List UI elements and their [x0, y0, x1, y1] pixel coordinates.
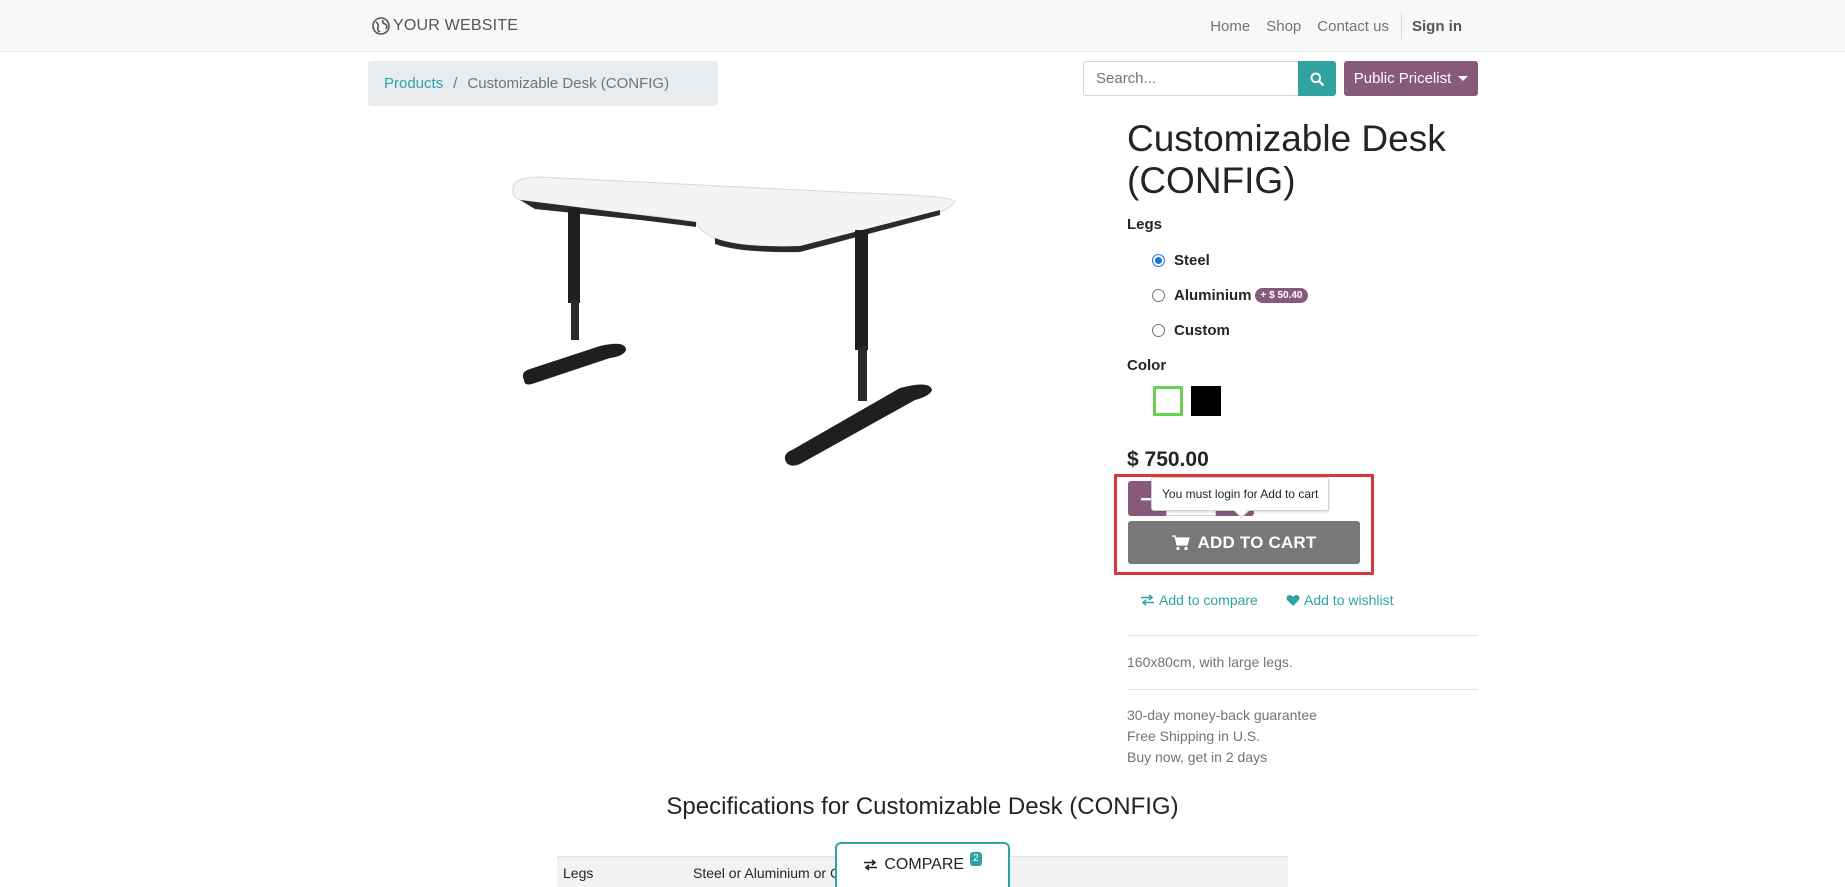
guarantee-list: 30-day money-back guarantee Free Shippin…	[1127, 705, 1317, 768]
guarantee-item: Buy now, get in 2 days	[1127, 749, 1268, 765]
add-to-wishlist-label: Add to wishlist	[1304, 592, 1394, 608]
heart-icon	[1286, 594, 1300, 606]
add-to-compare-label: Add to compare	[1159, 592, 1258, 608]
highlight-annotation-box	[1114, 474, 1374, 575]
product-title: Customizable Desk (CONFIG)	[1127, 118, 1446, 201]
compare-bar-button[interactable]: COMPARE 2	[835, 842, 1010, 887]
site-logo[interactable]: YOUR WEBSITE	[371, 16, 518, 36]
color-swatch-black[interactable]	[1191, 386, 1221, 416]
radio-aluminium[interactable]	[1152, 289, 1165, 302]
radio-steel[interactable]	[1152, 254, 1165, 267]
search-input[interactable]	[1083, 61, 1298, 96]
compare-count-badge: 2	[970, 852, 982, 866]
breadcrumb-products-link[interactable]: Products	[384, 75, 443, 92]
radio-custom[interactable]	[1152, 324, 1165, 337]
nav-shop[interactable]: Shop	[1258, 18, 1309, 35]
nav-contact-us[interactable]: Contact us	[1309, 18, 1397, 35]
specifications-title: Specifications for Customizable Desk (CO…	[666, 793, 1179, 820]
product-price: $ 750.00	[1127, 448, 1209, 471]
legs-option-label: Steel	[1174, 252, 1210, 269]
legs-option-label: Aluminium	[1174, 287, 1252, 304]
breadcrumb-separator: /	[453, 75, 458, 92]
pricelist-label: Public Pricelist	[1353, 70, 1452, 87]
desk-illustration	[512, 176, 956, 466]
search-icon	[1310, 72, 1324, 86]
product-image	[500, 160, 970, 480]
product-description: 160x80cm, with large legs.	[1127, 654, 1293, 670]
globe-icon	[372, 17, 390, 35]
breadcrumb-current: Customizable Desk (CONFIG)	[467, 75, 670, 92]
add-to-compare-link[interactable]: Add to compare	[1140, 592, 1258, 608]
add-to-wishlist-link[interactable]: Add to wishlist	[1286, 592, 1393, 608]
legs-option-custom[interactable]: Custom	[1152, 322, 1230, 339]
color-label: Color	[1127, 357, 1167, 374]
sign-in-link[interactable]: Sign in	[1404, 18, 1470, 35]
search-form	[1083, 61, 1336, 96]
breadcrumb: Products / Customizable Desk (CONFIG)	[368, 61, 718, 106]
price-extra-badge: + $ 50.40	[1254, 288, 1309, 303]
spec-row-label: Legs	[563, 865, 594, 881]
exchange-icon	[1141, 594, 1154, 606]
legs-label: Legs	[1127, 216, 1163, 233]
brand-name: YOUR WEBSITE	[393, 17, 519, 34]
pricelist-dropdown[interactable]: Public Pricelist	[1344, 61, 1478, 96]
legs-option-aluminium[interactable]: Aluminium + $ 50.40	[1152, 287, 1309, 304]
details-divider	[1127, 635, 1478, 636]
caret-down-icon	[1458, 76, 1469, 81]
top-navbar: YOUR WEBSITE Home Shop Contact us Sign i…	[0, 0, 1845, 52]
guarantee-item: 30-day money-back guarantee	[1127, 707, 1317, 723]
guarantee-item: Free Shipping in U.S.	[1127, 728, 1261, 744]
legs-option-steel[interactable]: Steel	[1152, 252, 1210, 269]
color-swatch-white[interactable]	[1153, 386, 1183, 416]
nav-divider	[1401, 13, 1402, 39]
nav-home[interactable]: Home	[1202, 18, 1258, 35]
nav-links: Home Shop Contact us Sign in	[1202, 13, 1470, 39]
compare-label: COMPARE	[884, 856, 965, 873]
exchange-icon	[864, 859, 878, 871]
legs-option-label: Custom	[1174, 322, 1230, 339]
search-button[interactable]	[1298, 61, 1336, 96]
details-divider	[1127, 689, 1478, 690]
